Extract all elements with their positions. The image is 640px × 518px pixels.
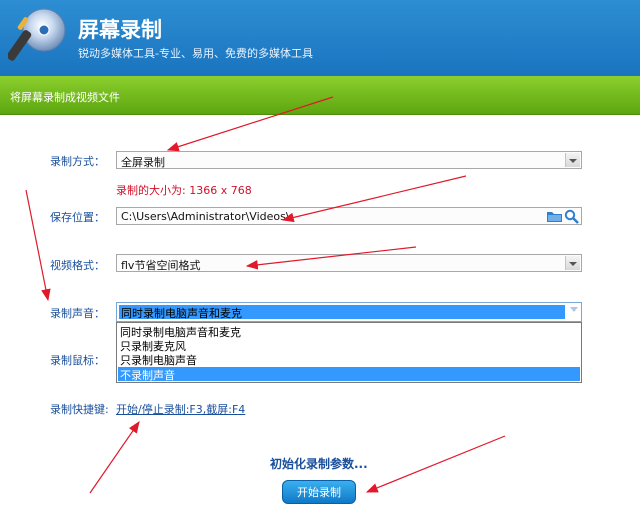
- annotation-arrow: [89, 421, 140, 494]
- annotation-arrow: [281, 175, 467, 223]
- annotation-arrow: [166, 96, 334, 152]
- annotation-arrow: [365, 435, 506, 493]
- annotation-arrow: [245, 246, 417, 270]
- annotation-arrows: [25, 96, 506, 494]
- annotation-arrow: [25, 189, 51, 302]
